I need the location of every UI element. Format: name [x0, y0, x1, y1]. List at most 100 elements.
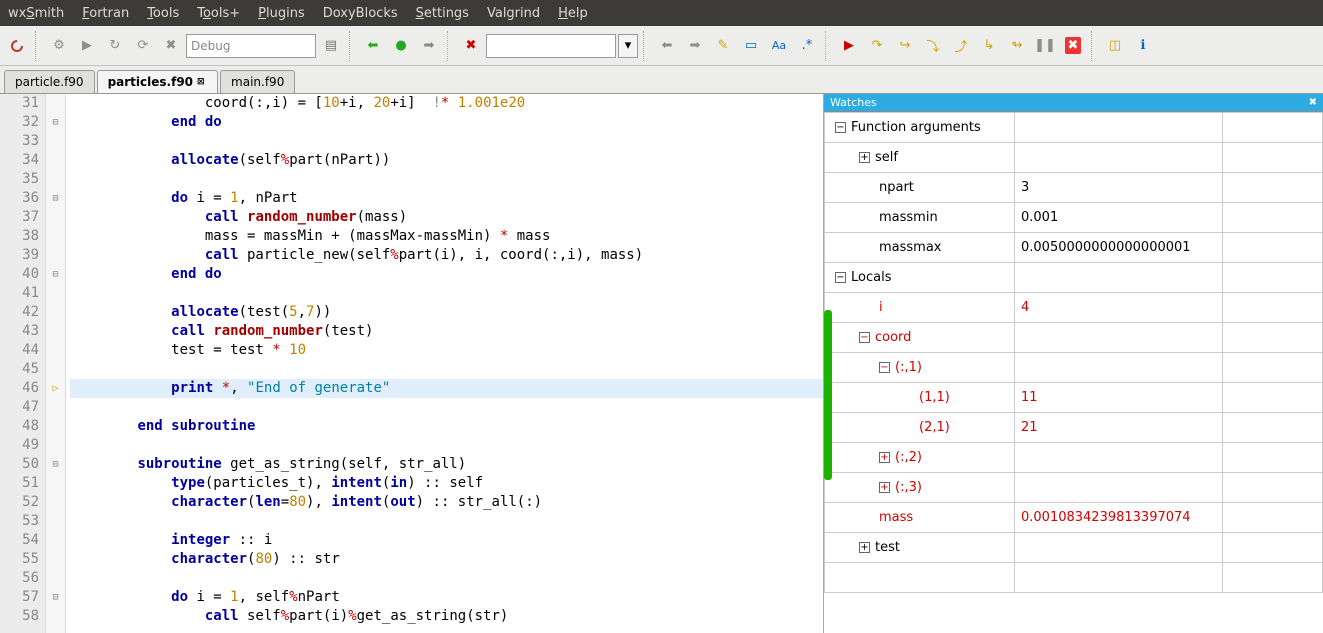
code-line[interactable]: do i = 1, nPart [70, 189, 823, 208]
code-line[interactable] [70, 170, 823, 189]
watch-row[interactable]: +self [825, 143, 1323, 173]
select-icon[interactable]: ▭ [738, 33, 764, 59]
code-line[interactable]: coord(:,i) = [10+i, 20+i] !* 1.001e20 [70, 94, 823, 113]
menu-tools+[interactable]: Tools+ [197, 6, 240, 21]
menu-doxyblocks[interactable]: DoxyBlocks [323, 6, 398, 21]
menu-settings[interactable]: Settings [416, 6, 469, 21]
nav-back-icon[interactable]: ⬅ [654, 33, 680, 59]
code-line[interactable]: test = test * 10 [70, 341, 823, 360]
menu-tools[interactable]: Tools [147, 6, 179, 21]
code-line[interactable]: print *, "End of generate" [70, 379, 823, 398]
step-out-icon[interactable]: ⤴ [948, 33, 974, 59]
code-line[interactable]: character(80) :: str [70, 550, 823, 569]
step-instr-icon[interactable]: ↳ [976, 33, 1002, 59]
code-line[interactable]: do i = 1, self%nPart [70, 588, 823, 607]
watch-row[interactable]: −(:,1) [825, 353, 1323, 383]
tab-main-f90[interactable]: main.f90 [220, 70, 295, 93]
menu-plugins[interactable]: Plugins [258, 6, 305, 21]
code-line[interactable] [70, 360, 823, 379]
watches-table[interactable]: −Function arguments+selfnpart3massmin0.0… [824, 112, 1323, 593]
build-target-select[interactable]: Debug [186, 34, 316, 58]
refresh-icon[interactable] [4, 33, 30, 59]
jump-forward-icon[interactable]: ➡ [416, 33, 442, 59]
close-icon[interactable]: ⊠ [197, 77, 207, 87]
watch-row[interactable]: (2,1)21 [825, 413, 1323, 443]
expand-icon[interactable]: − [879, 362, 890, 373]
step-into-icon[interactable]: ⤵ [920, 33, 946, 59]
code-line[interactable]: call self%part(i)%get_as_string(str) [70, 607, 823, 626]
fold-column[interactable]: ⊟⊟⊟▷⊟⊟ [46, 94, 66, 633]
code-line[interactable]: mass = massMin + (massMax-massMin) * mas… [70, 227, 823, 246]
watch-row[interactable]: +test [825, 533, 1323, 563]
watch-row[interactable]: −coord [825, 323, 1323, 353]
menu-valgrind[interactable]: Valgrind [487, 6, 540, 21]
code-line[interactable]: type(particles_t), intent(in) :: self [70, 474, 823, 493]
expand-icon[interactable]: + [859, 542, 870, 553]
editor-content[interactable]: coord(:,i) = [10+i, 20+i] !* 1.001e20 en… [66, 94, 823, 633]
code-line[interactable] [70, 436, 823, 455]
step-over-icon[interactable]: ↬ [1004, 33, 1030, 59]
breakpoint-icon[interactable]: ● [388, 33, 414, 59]
expand-icon[interactable]: − [859, 332, 870, 343]
pause-icon[interactable]: ❚❚ [1032, 33, 1058, 59]
run-to-cursor-icon[interactable]: ↷ [864, 33, 890, 59]
code-line[interactable]: allocate(test(5,7)) [70, 303, 823, 322]
code-line[interactable] [70, 398, 823, 417]
debug-windows-icon[interactable]: ◫ [1102, 33, 1128, 59]
code-line[interactable] [70, 569, 823, 588]
expand-icon[interactable]: + [879, 452, 890, 463]
expand-icon[interactable]: + [859, 152, 870, 163]
expand-icon[interactable]: − [835, 122, 846, 133]
close-icon[interactable]: ✖ [1309, 97, 1317, 108]
tab-particles-f90[interactable]: particles.f90⊠ [97, 70, 218, 93]
code-editor[interactable]: 3132333435363738394041424344454647484950… [0, 94, 823, 633]
watch-row[interactable]: −Locals [825, 263, 1323, 293]
code-line[interactable]: integer :: i [70, 531, 823, 550]
watch-row[interactable]: +(:,2) [825, 443, 1323, 473]
jump-back-icon[interactable]: ⬅ [360, 33, 386, 59]
menu-fortran[interactable]: Fortran [82, 6, 129, 21]
watch-row[interactable]: mass0.0010834239813397074 [825, 503, 1323, 533]
stop-debug-icon[interactable]: ✖ [1060, 33, 1086, 59]
watch-row[interactable]: −Function arguments [825, 113, 1323, 143]
cancel-icon[interactable]: ✖ [458, 33, 484, 59]
reload-icon[interactable]: ↻ [102, 33, 128, 59]
code-line[interactable]: call random_number(test) [70, 322, 823, 341]
code-line[interactable]: character(len=80), intent(out) :: str_al… [70, 493, 823, 512]
search-dropdown[interactable]: ▾ [618, 34, 638, 58]
menu-wxsmith[interactable]: wxSmith [8, 6, 64, 21]
code-line[interactable]: call random_number(mass) [70, 208, 823, 227]
code-line[interactable]: allocate(self%part(nPart)) [70, 151, 823, 170]
code-line[interactable]: end do [70, 113, 823, 132]
list-icon[interactable]: ▤ [318, 33, 344, 59]
debug-run-icon[interactable]: ▶ [836, 33, 862, 59]
code-line[interactable] [70, 284, 823, 303]
watch-row[interactable] [825, 563, 1323, 593]
nav-fwd-icon[interactable]: ➡ [682, 33, 708, 59]
menu-help[interactable]: Help [558, 6, 588, 21]
search-input[interactable] [486, 34, 616, 58]
watches-titlebar[interactable]: Watches ✖ [824, 94, 1323, 112]
case-icon[interactable]: Aa [766, 33, 792, 59]
step-next-icon[interactable]: ↪ [892, 33, 918, 59]
expand-icon[interactable]: − [835, 272, 846, 283]
code-line[interactable] [70, 132, 823, 151]
code-line[interactable]: call particle_new(self%part(i), i, coord… [70, 246, 823, 265]
code-line[interactable] [70, 512, 823, 531]
watch-row[interactable]: (1,1)11 [825, 383, 1323, 413]
gear-icon[interactable]: ⚙ [46, 33, 72, 59]
code-line[interactable]: subroutine get_as_string(self, str_all) [70, 455, 823, 474]
code-line[interactable]: end subroutine [70, 417, 823, 436]
regex-icon[interactable]: .* [794, 33, 820, 59]
tab-particle-f90[interactable]: particle.f90 [4, 70, 95, 93]
play-icon[interactable]: ▶ [74, 33, 100, 59]
stop-build-icon[interactable]: ✖ [158, 33, 184, 59]
watch-row[interactable]: +(:,3) [825, 473, 1323, 503]
expand-icon[interactable]: + [879, 482, 890, 493]
watch-row[interactable]: massmax0.0050000000000000001 [825, 233, 1323, 263]
code-line[interactable]: end do [70, 265, 823, 284]
watch-row[interactable]: i4 [825, 293, 1323, 323]
info-icon[interactable]: ℹ [1130, 33, 1156, 59]
highlight-icon[interactable]: ✎ [710, 33, 736, 59]
watch-row[interactable]: npart3 [825, 173, 1323, 203]
